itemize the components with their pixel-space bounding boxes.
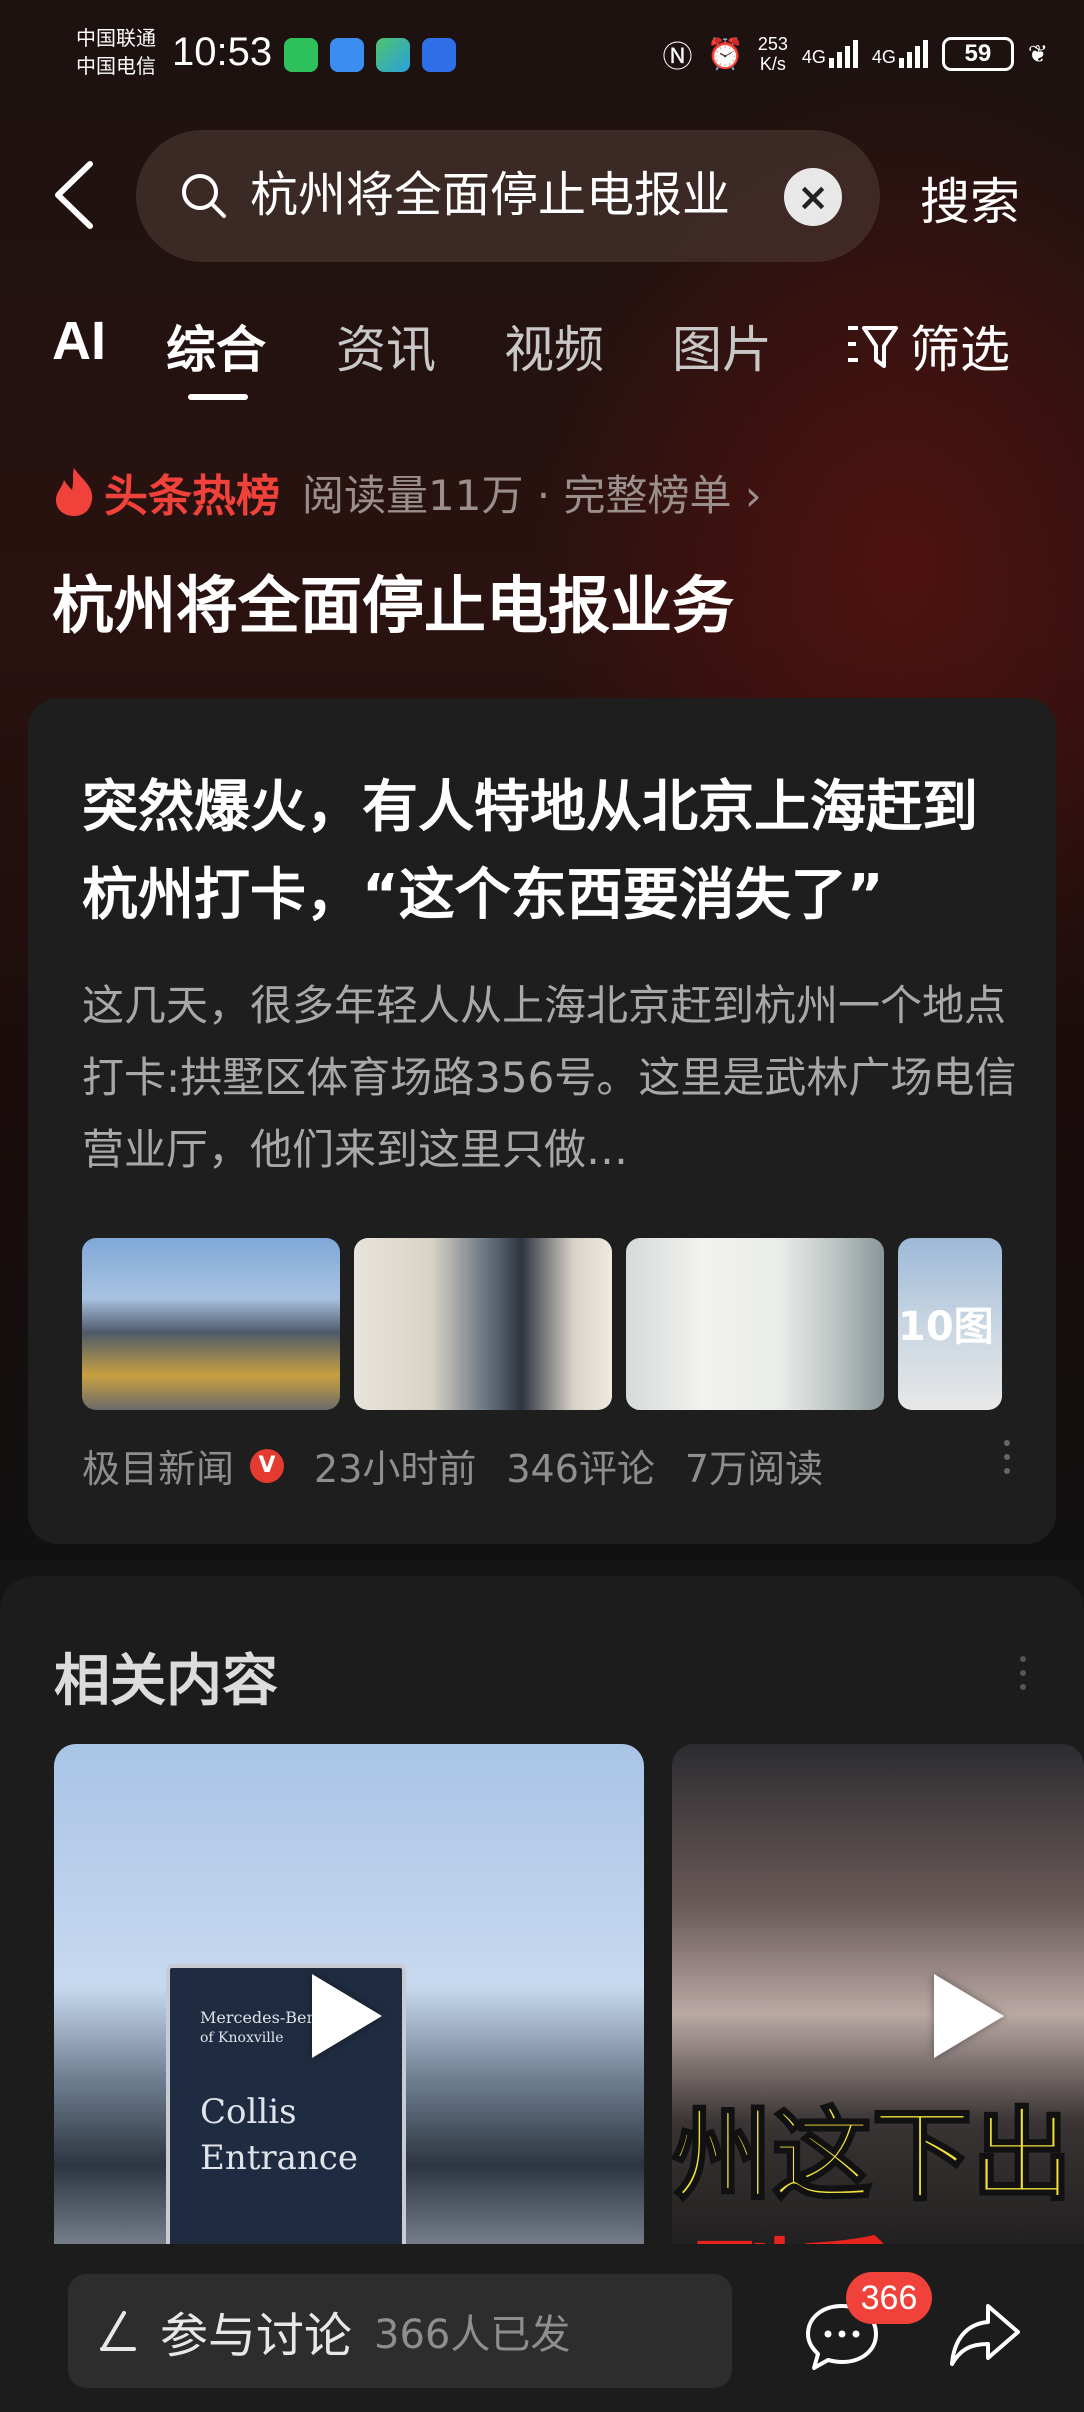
pen-icon [100, 2311, 136, 2351]
tab-comprehensive[interactable]: 综合 [166, 310, 266, 382]
discuss-label: 参与讨论 [160, 2308, 353, 2364]
related-video-1[interactable]: Mercedes-Benz of Knoxville Collis Entran… [54, 1744, 644, 2284]
sign-line-2: of Knoxville [200, 2030, 284, 2046]
article-meta: 极目新闻 V 23小时前 346评论 7万阅读 [82, 1438, 853, 1493]
topic-title: 杭州将全面停止电报业务 [52, 569, 735, 642]
discuss-input[interactable]: 参与讨论 366人已发 [68, 2274, 732, 2388]
sign-line-3: Collis [200, 2092, 297, 2132]
related-title: 相关内容 [54, 1649, 278, 1714]
baidu-icon [422, 38, 456, 72]
search-input[interactable]: 杭州将全面停止电报业 [250, 162, 750, 228]
signal-icon: 4G [802, 40, 858, 68]
flame-icon [56, 468, 93, 516]
wechat-icon [284, 38, 318, 72]
article-images[interactable]: 10图 [82, 1238, 1032, 1410]
sign-line-1: Mercedes-Benz [200, 2008, 326, 2027]
speed-unit: K/s [759, 54, 786, 74]
article-title[interactable]: 突然爆火，有人特地从北京上海赶到杭州打卡，“这个东西要消失了” [82, 764, 1032, 940]
back-arrow-icon [55, 161, 93, 229]
article-reads: 7万阅读 [684, 1447, 824, 1491]
hot-list-row[interactable]: 头条热榜 阅读量11万 · 完整榜单 › [52, 460, 762, 524]
net-type-2: 4G [871, 47, 896, 67]
sign-line-4: Entrance [200, 2138, 358, 2178]
net-type-1: 4G [801, 47, 826, 67]
active-tab-indicator [188, 394, 248, 400]
filter-button[interactable]: 筛选 [846, 310, 1010, 382]
back-button[interactable] [50, 160, 110, 230]
tab-video[interactable]: 视频 [504, 310, 604, 382]
battery-icon: 59 [941, 37, 1014, 71]
video-2-caption-top: 州这下出 [672, 2096, 1074, 2216]
article-source[interactable]: 极目新闻 [82, 1438, 234, 1493]
verified-icon: V [250, 1448, 285, 1483]
alarm-icon: ⏰ [706, 37, 744, 71]
play-icon-2[interactable] [934, 1974, 1004, 2058]
article-description: 这几天，很多年轻人从上海北京赶到杭州一个地点打卡:拱墅区体育场路356号。这里是… [82, 981, 1017, 1174]
status-bar: 中国联通 中国电信 10:53 Ⓝ ⏰ 253 K/s 4G 4G 59 ❦ [0, 0, 1084, 110]
article-image-3[interactable] [626, 1238, 884, 1410]
carrier-labels: 中国联通 中国电信 [76, 24, 156, 80]
hot-list-meta[interactable]: 阅读量11万 · 完整榜单 › [302, 462, 762, 523]
share-icon[interactable] [948, 2300, 1022, 2370]
nfc-icon: Ⓝ [662, 41, 693, 74]
leaf-icon: ❦ [1027, 40, 1048, 68]
search-button[interactable]: 搜索 [920, 162, 1020, 234]
comment-count-badge: 366 [846, 2272, 932, 2324]
tab-images[interactable]: 图片 [672, 310, 772, 382]
hot-list-label: 头条热榜 [104, 471, 280, 522]
article-comments: 346评论 [506, 1447, 655, 1491]
image-count: 10图 [898, 1304, 994, 1350]
clock: 10:53 [172, 30, 273, 74]
status-right: Ⓝ ⏰ 253 K/s 4G 4G 59 ❦ [662, 32, 1048, 76]
article-image-2[interactable] [354, 1238, 612, 1410]
tab-ai[interactable]: AI [52, 310, 106, 372]
related-video-2[interactable]: 州这下出 到后 [672, 1744, 1084, 2284]
article-image-1[interactable] [82, 1238, 340, 1410]
carrier-2: 中国电信 [76, 54, 156, 78]
speed-value: 253 [757, 34, 788, 54]
carrier-1: 中国联通 [76, 26, 156, 50]
signal-icon-2: 4G [872, 40, 928, 68]
filter-label: 筛选 [910, 321, 1010, 379]
app-icon [376, 38, 410, 72]
article-image-4[interactable]: 10图 [898, 1238, 1002, 1410]
search-box[interactable]: 杭州将全面停止电报业 × [136, 130, 880, 262]
article-card[interactable]: 突然爆火，有人特地从北京上海赶到杭州打卡，“这个东西要消失了” 这几天，很多年轻… [28, 698, 1056, 1544]
tab-bar: AI 综合 资讯 视频 图片 筛选 [52, 310, 1052, 400]
network-speed: 253 K/s [758, 34, 788, 74]
article-time: 23小时前 [314, 1447, 477, 1491]
search-icon [178, 170, 230, 222]
related-more-icon[interactable] [1018, 1656, 1028, 1698]
discuss-count: 366人已发 [374, 2312, 571, 2358]
filter-icon [848, 326, 898, 368]
play-icon[interactable] [312, 1974, 382, 2058]
more-options-icon[interactable] [1002, 1440, 1012, 1480]
tab-news[interactable]: 资讯 [336, 310, 436, 382]
meitu-icon [330, 38, 364, 72]
clear-icon[interactable]: × [784, 168, 842, 226]
bottom-bar: 参与讨论 366人已发 366 [0, 2244, 1084, 2412]
